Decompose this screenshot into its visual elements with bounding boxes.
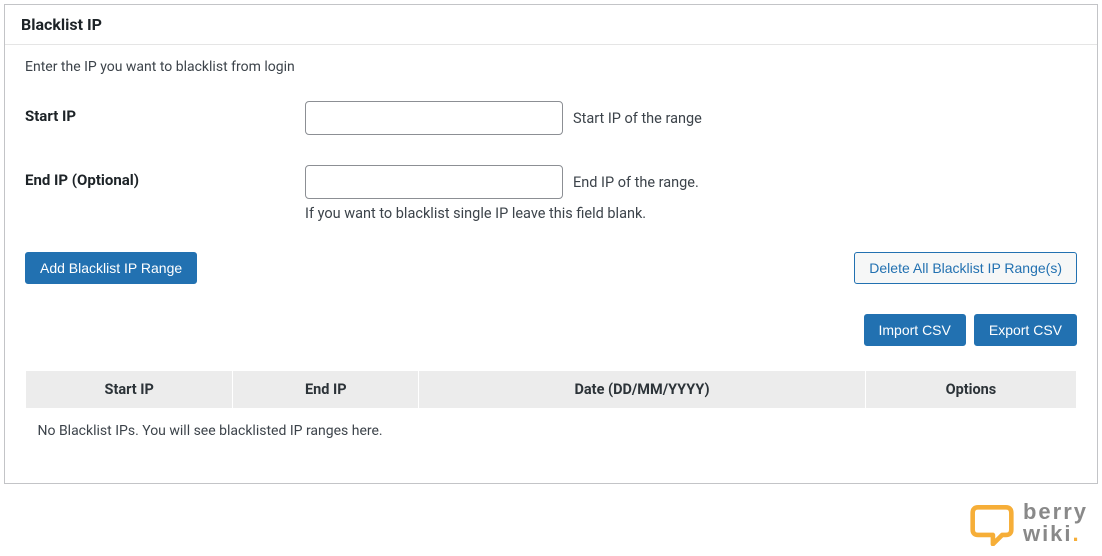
table-empty-message: No Blacklist IPs. You will see blacklist… (26, 409, 1077, 454)
watermark-text: berry wiki. (1023, 501, 1088, 545)
delete-all-button[interactable]: Delete All Blacklist IP Range(s) (854, 252, 1077, 284)
panel-header: Blacklist IP (5, 5, 1097, 45)
end-ip-input[interactable] (305, 165, 563, 199)
watermark-line1: berry (1023, 501, 1088, 523)
col-start-ip: Start IP (26, 371, 233, 409)
end-ip-label: End IP (Optional) (25, 165, 305, 189)
watermark: berry wiki. (969, 500, 1088, 546)
speech-bubble-icon (969, 500, 1015, 546)
import-csv-button[interactable]: Import CSV (864, 314, 966, 346)
action-button-row: Add Blacklist IP Range Delete All Blackl… (25, 252, 1077, 284)
panel-description: Enter the IP you want to blacklist from … (25, 59, 1077, 75)
end-ip-field-wrapper: End IP of the range. If you want to blac… (305, 165, 1077, 222)
add-blacklist-button[interactable]: Add Blacklist IP Range (25, 252, 197, 284)
panel-body: Enter the IP you want to blacklist from … (5, 45, 1097, 483)
export-csv-button[interactable]: Export CSV (974, 314, 1077, 346)
col-date: Date (DD/MM/YYYY) (419, 371, 866, 409)
blacklist-ip-panel: Blacklist IP Enter the IP you want to bl… (4, 4, 1098, 484)
col-end-ip: End IP (233, 371, 419, 409)
end-ip-hint: End IP of the range. (573, 174, 699, 191)
panel-title: Blacklist IP (21, 15, 1081, 34)
table-header-row: Start IP End IP Date (DD/MM/YYYY) Option… (26, 371, 1077, 409)
start-ip-label: Start IP (25, 101, 305, 125)
blacklist-table: Start IP End IP Date (DD/MM/YYYY) Option… (25, 370, 1077, 453)
end-ip-sub-hint: If you want to blacklist single IP leave… (305, 205, 1077, 222)
start-ip-input[interactable] (305, 101, 563, 135)
start-ip-row: Start IP Start IP of the range (25, 101, 1077, 135)
watermark-line2: wiki. (1023, 523, 1088, 545)
table-empty-row: No Blacklist IPs. You will see blacklist… (26, 409, 1077, 454)
end-ip-row: End IP (Optional) End IP of the range. I… (25, 165, 1077, 222)
start-ip-hint: Start IP of the range (573, 110, 702, 127)
col-options: Options (865, 371, 1076, 409)
csv-button-row: Import CSV Export CSV (25, 314, 1077, 346)
start-ip-field-wrapper: Start IP of the range (305, 101, 1077, 135)
